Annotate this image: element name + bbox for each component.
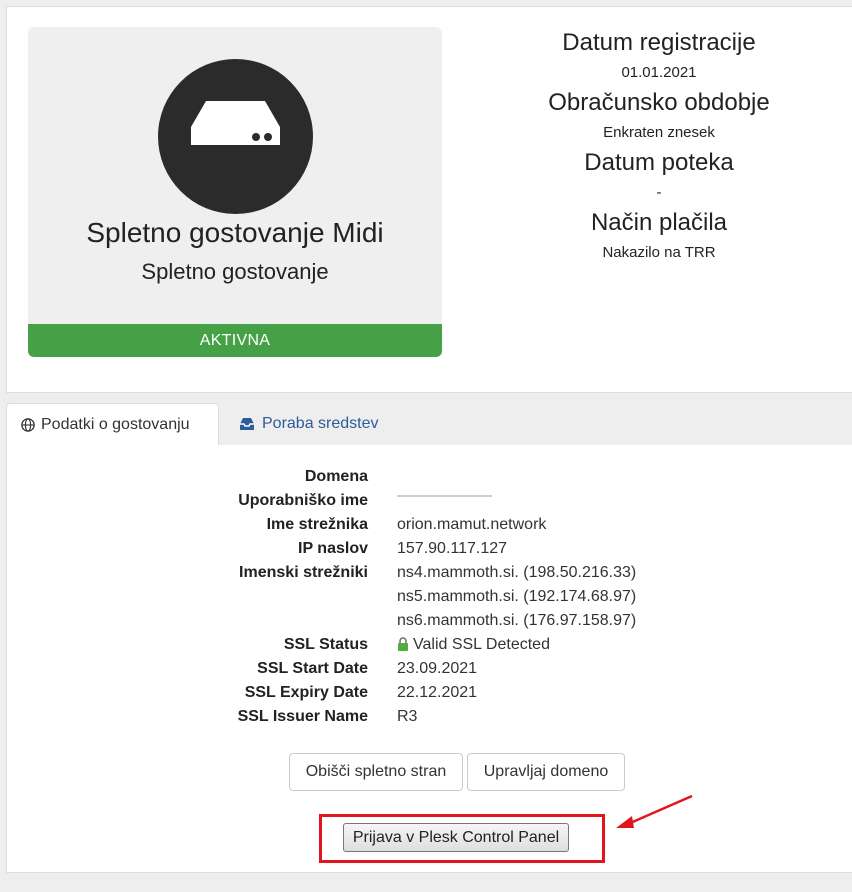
product-name: Spletno gostovanje Midi (86, 217, 384, 248)
lock-icon (398, 637, 408, 651)
username-row: Uporabniško ime (7, 489, 852, 513)
annotation-highlight-box (319, 814, 605, 863)
due-date-label: Datum poteka (584, 149, 734, 176)
ssl-status-label: SSL Status (283, 636, 368, 653)
hostname-row: Ime strežnika orion.mamut.network (7, 513, 852, 537)
nameserver-1: ns4.mammoth.si. (198.50.216.33) (397, 564, 637, 581)
billing-cycle-value: Enkraten znesek (603, 124, 715, 141)
payment-method-label: Način plačila (590, 209, 728, 236)
ip-row: IP naslov 157.90.117.127 (7, 537, 852, 561)
product-overview-panel: Spletno gostovanje Midi Spletno gostovan… (6, 6, 852, 393)
ip-value: 157.90.117.127 (397, 540, 508, 557)
hostname-value: orion.mamut.network (397, 516, 547, 533)
tab-resource-usage-label: Poraba sredstev (262, 415, 379, 432)
ssl-status-text: Valid SSL Detected (413, 636, 550, 653)
ssl-start-label: SSL Start Date (257, 660, 368, 677)
nameserver-2: ns5.mammoth.si. (192.174.68.97) (397, 588, 637, 605)
billing-cycle-label: Obračunsko obdobje (548, 89, 770, 116)
server-icon (158, 59, 313, 214)
ssl-status-value: Valid SSL Detected (397, 633, 550, 657)
globe-icon (21, 418, 35, 432)
billing-info: Datum registracije 01.01.2021 Obračunsko… (487, 27, 831, 267)
visit-website-button[interactable]: Obišči spletno stran (289, 753, 463, 791)
domain-row: Domena (7, 465, 852, 489)
ssl-status-row: SSL Status Valid SSL Detected (7, 633, 852, 657)
tab-hosting-details[interactable]: Podatki o gostovanju (6, 403, 219, 446)
annotation-arrow-icon (616, 794, 693, 828)
nameservers-row: Imenski strežniki ns4.mammoth.si. (198.5… (7, 561, 852, 585)
payment-method-value: Nakazilo na TRR (602, 244, 716, 261)
product-group: Spletno gostovanje (141, 259, 329, 284)
inbox-icon (240, 418, 254, 430)
ssl-start-value: 23.09.2021 (397, 660, 478, 677)
nameserver-row-2: ns5.mammoth.si. (192.174.68.97) (7, 585, 852, 609)
domain-label: Domena (304, 468, 368, 485)
ssl-expiry-label: SSL Expiry Date (244, 684, 368, 701)
nameserver-3: ns6.mammoth.si. (176.97.158.97) (397, 612, 637, 629)
registration-date-label: Datum registracije (562, 29, 756, 56)
tab-resource-usage[interactable]: Poraba sredstev (224, 403, 393, 446)
ssl-start-row: SSL Start Date 23.09.2021 (7, 657, 852, 681)
ssl-expiry-row: SSL Expiry Date 22.12.2021 (7, 681, 852, 705)
ssl-issuer-row: SSL Issuer Name R3 (7, 705, 852, 729)
ssl-expiry-value: 22.12.2021 (397, 684, 478, 701)
status-badge: AKTIVNA (28, 324, 442, 357)
product-card: Spletno gostovanje Midi Spletno gostovan… (28, 27, 442, 357)
registration-date-value: 01.01.2021 (621, 64, 697, 81)
ip-label: IP naslov (298, 540, 368, 557)
username-label: Uporabniško ime (238, 492, 368, 509)
hosting-details-panel: Domena Uporabniško ime Ime strežnika ori… (6, 445, 852, 873)
hostname-label: Ime strežnika (266, 516, 368, 533)
nameservers-label: Imenski strežniki (239, 564, 368, 581)
ssl-issuer-value: R3 (397, 708, 418, 725)
nameserver-row-3: ns6.mammoth.si. (176.97.158.97) (7, 609, 852, 633)
due-date-value: - (656, 184, 662, 201)
tab-bar: Podatki o gostovanju Poraba sredstev (6, 403, 852, 446)
manage-domain-button[interactable]: Upravljaj domeno (467, 753, 625, 791)
tab-hosting-details-label: Podatki o gostovanju (41, 416, 190, 433)
ssl-issuer-label: SSL Issuer Name (237, 708, 368, 725)
redacted-username (397, 495, 492, 497)
